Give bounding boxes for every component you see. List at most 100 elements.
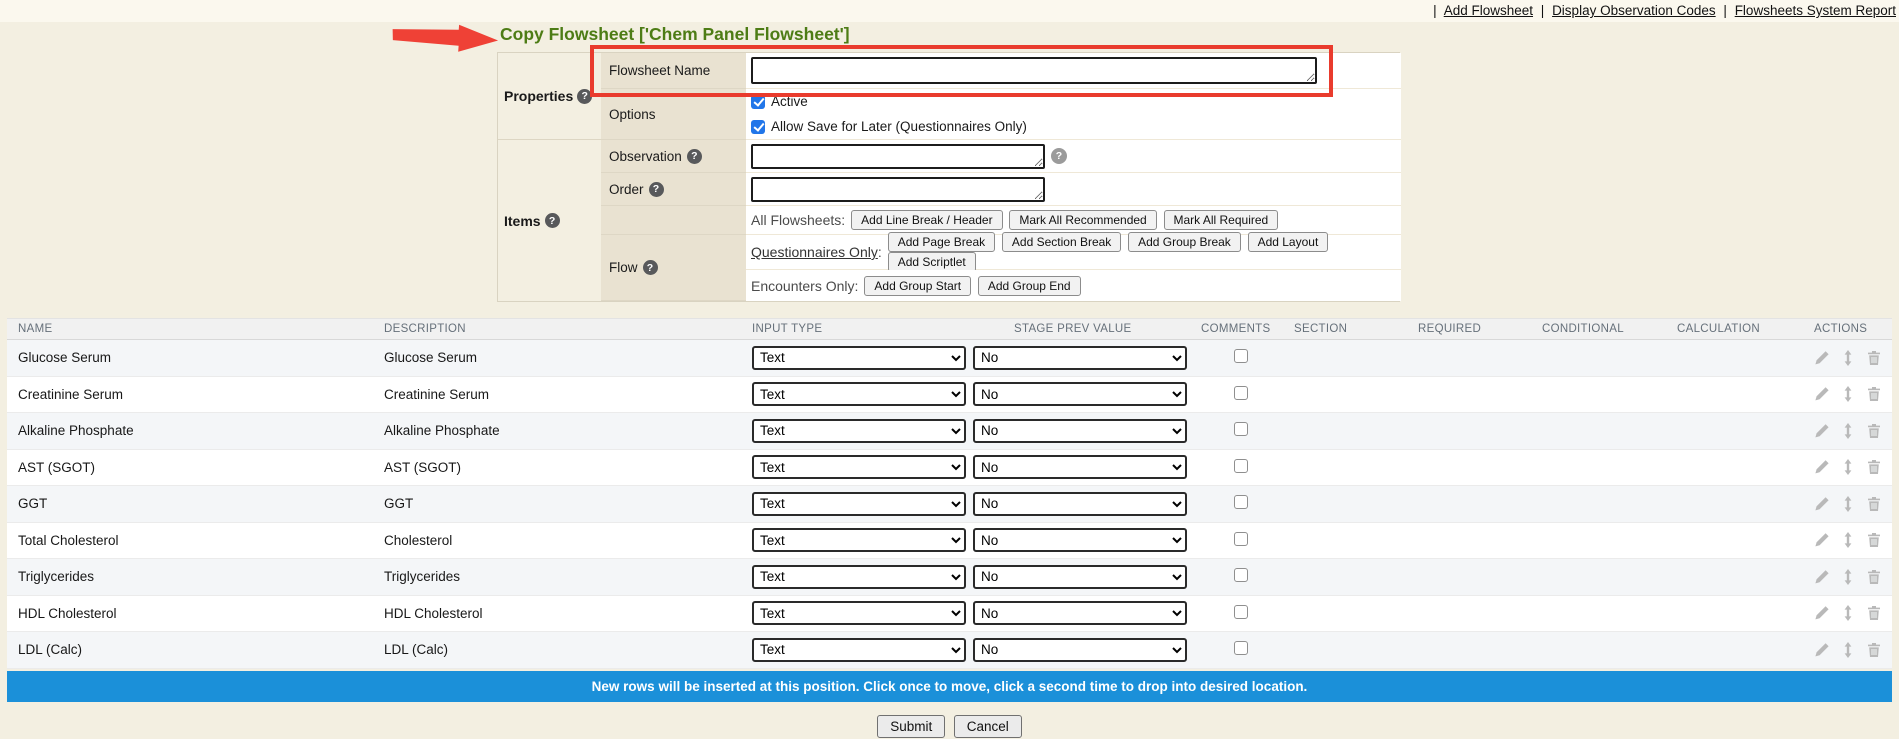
options-label: Options xyxy=(601,89,746,140)
input-type-select[interactable]: Text xyxy=(752,638,966,662)
input-type-select[interactable]: Text xyxy=(752,346,966,370)
edit-icon[interactable] xyxy=(1814,386,1830,402)
properties-help-icon[interactable]: ? xyxy=(577,89,592,104)
input-type-select[interactable]: Text xyxy=(752,528,966,552)
move-row-icon[interactable] xyxy=(1840,350,1856,366)
stage-prev-value-select[interactable]: No xyxy=(973,492,1187,516)
row-actions xyxy=(1807,605,1892,621)
add-group-start-button[interactable]: Add Group Start xyxy=(864,276,971,296)
stage-prev-value-select[interactable]: No xyxy=(973,565,1187,589)
comments-checkbox[interactable] xyxy=(1234,641,1248,655)
comments-checkbox[interactable] xyxy=(1234,568,1248,582)
input-type-select[interactable]: Text xyxy=(752,492,966,516)
input-type-select[interactable]: Text xyxy=(752,455,966,479)
stage-prev-value-select[interactable]: No xyxy=(973,382,1187,406)
stage-prev-value-select[interactable]: No xyxy=(973,419,1187,443)
mark-all-recommended-button[interactable]: Mark All Recommended xyxy=(1009,210,1156,230)
add-layout-button[interactable]: Add Layout xyxy=(1248,232,1329,252)
add-group-break-button[interactable]: Add Group Break xyxy=(1128,232,1241,252)
observation-input[interactable] xyxy=(751,144,1045,169)
row-actions xyxy=(1807,459,1892,475)
active-checkbox[interactable] xyxy=(751,95,765,109)
input-type-select[interactable]: Text xyxy=(752,565,966,589)
table-body: Glucose Serum Glucose Serum Text No Crea… xyxy=(7,340,1892,669)
move-row-icon[interactable] xyxy=(1840,386,1856,402)
delete-icon[interactable] xyxy=(1866,569,1882,585)
add-group-end-button[interactable]: Add Group End xyxy=(978,276,1081,296)
move-row-icon[interactable] xyxy=(1840,569,1856,585)
move-row-icon[interactable] xyxy=(1840,532,1856,548)
link-flowsheets-system-report[interactable]: Flowsheets System Report xyxy=(1735,3,1896,18)
add-scriptlet-button[interactable]: Add Scriptlet xyxy=(888,252,976,272)
cancel-button[interactable]: Cancel xyxy=(954,715,1022,738)
add-page-break-button[interactable]: Add Page Break xyxy=(888,232,995,252)
stage-prev-value-select[interactable]: No xyxy=(973,528,1187,552)
delete-icon[interactable] xyxy=(1866,532,1882,548)
comments-checkbox[interactable] xyxy=(1234,386,1248,400)
delete-icon[interactable] xyxy=(1866,350,1882,366)
delete-icon[interactable] xyxy=(1866,423,1882,439)
delete-icon[interactable] xyxy=(1866,386,1882,402)
order-input[interactable] xyxy=(751,177,1045,202)
add-section-break-button[interactable]: Add Section Break xyxy=(1002,232,1121,252)
mark-all-required-button[interactable]: Mark All Required xyxy=(1164,210,1279,230)
edit-icon[interactable] xyxy=(1814,350,1830,366)
row-actions xyxy=(1807,496,1892,512)
comments-checkbox[interactable] xyxy=(1234,422,1248,436)
table-row: GGT GGT Text No xyxy=(7,486,1892,523)
submit-button[interactable]: Submit xyxy=(877,715,945,738)
edit-icon[interactable] xyxy=(1814,569,1830,585)
table-row: LDL (Calc) LDL (Calc) Text No xyxy=(7,632,1892,669)
edit-icon[interactable] xyxy=(1814,605,1830,621)
row-name: GGT xyxy=(18,496,384,511)
table-row: Total Cholesterol Cholesterol Text No xyxy=(7,523,1892,560)
edit-icon[interactable] xyxy=(1814,642,1830,658)
row-actions xyxy=(1807,569,1892,585)
input-type-select[interactable]: Text xyxy=(752,601,966,625)
move-row-icon[interactable] xyxy=(1840,423,1856,439)
allow-save-checkbox[interactable] xyxy=(751,120,765,134)
move-row-icon[interactable] xyxy=(1840,605,1856,621)
insertion-position-banner[interactable]: New rows will be inserted at this positi… xyxy=(7,671,1892,702)
input-type-select[interactable]: Text xyxy=(752,382,966,406)
edit-icon[interactable] xyxy=(1814,532,1830,548)
comments-checkbox[interactable] xyxy=(1234,459,1248,473)
observation-field-help-icon[interactable]: ? xyxy=(1051,148,1067,164)
row-description: Cholesterol xyxy=(384,533,752,548)
observation-help-icon[interactable]: ? xyxy=(687,149,702,164)
edit-icon[interactable] xyxy=(1814,496,1830,512)
allow-save-checkbox-label: Allow Save for Later (Questionnaires Onl… xyxy=(771,119,1027,134)
move-row-icon[interactable] xyxy=(1840,496,1856,512)
delete-icon[interactable] xyxy=(1866,496,1882,512)
input-type-select[interactable]: Text xyxy=(752,419,966,443)
header-section: SECTION xyxy=(1279,323,1411,335)
delete-icon[interactable] xyxy=(1866,605,1882,621)
move-row-icon[interactable] xyxy=(1840,642,1856,658)
link-add-flowsheet[interactable]: Add Flowsheet xyxy=(1444,3,1533,18)
row-description: HDL Cholesterol xyxy=(384,606,752,621)
stage-prev-value-select[interactable]: No xyxy=(973,455,1187,479)
observation-cell: ? xyxy=(746,140,1401,173)
header-actions: ACTIONS xyxy=(1807,323,1892,335)
delete-icon[interactable] xyxy=(1866,642,1882,658)
add-line-break-header-button[interactable]: Add Line Break / Header xyxy=(851,210,1002,230)
comments-checkbox[interactable] xyxy=(1234,495,1248,509)
link-display-observation-codes[interactable]: Display Observation Codes xyxy=(1552,3,1716,18)
move-row-icon[interactable] xyxy=(1840,459,1856,475)
stage-prev-value-select[interactable]: No xyxy=(973,346,1187,370)
flowsheet-name-input[interactable] xyxy=(751,57,1317,84)
flow-help-icon[interactable]: ? xyxy=(643,260,658,275)
top-links: | Add Flowsheet | Display Observation Co… xyxy=(1429,3,1896,18)
flowsheet-name-cell xyxy=(746,53,1401,89)
delete-icon[interactable] xyxy=(1866,459,1882,475)
order-help-icon[interactable]: ? xyxy=(649,182,664,197)
stage-prev-value-select[interactable]: No xyxy=(973,601,1187,625)
comments-checkbox[interactable] xyxy=(1234,605,1248,619)
stage-prev-value-select[interactable]: No xyxy=(973,638,1187,662)
edit-icon[interactable] xyxy=(1814,423,1830,439)
edit-icon[interactable] xyxy=(1814,459,1830,475)
items-help-icon[interactable]: ? xyxy=(545,213,560,228)
annotation-arrow-icon xyxy=(392,24,504,56)
comments-checkbox[interactable] xyxy=(1234,349,1248,363)
comments-checkbox[interactable] xyxy=(1234,532,1248,546)
